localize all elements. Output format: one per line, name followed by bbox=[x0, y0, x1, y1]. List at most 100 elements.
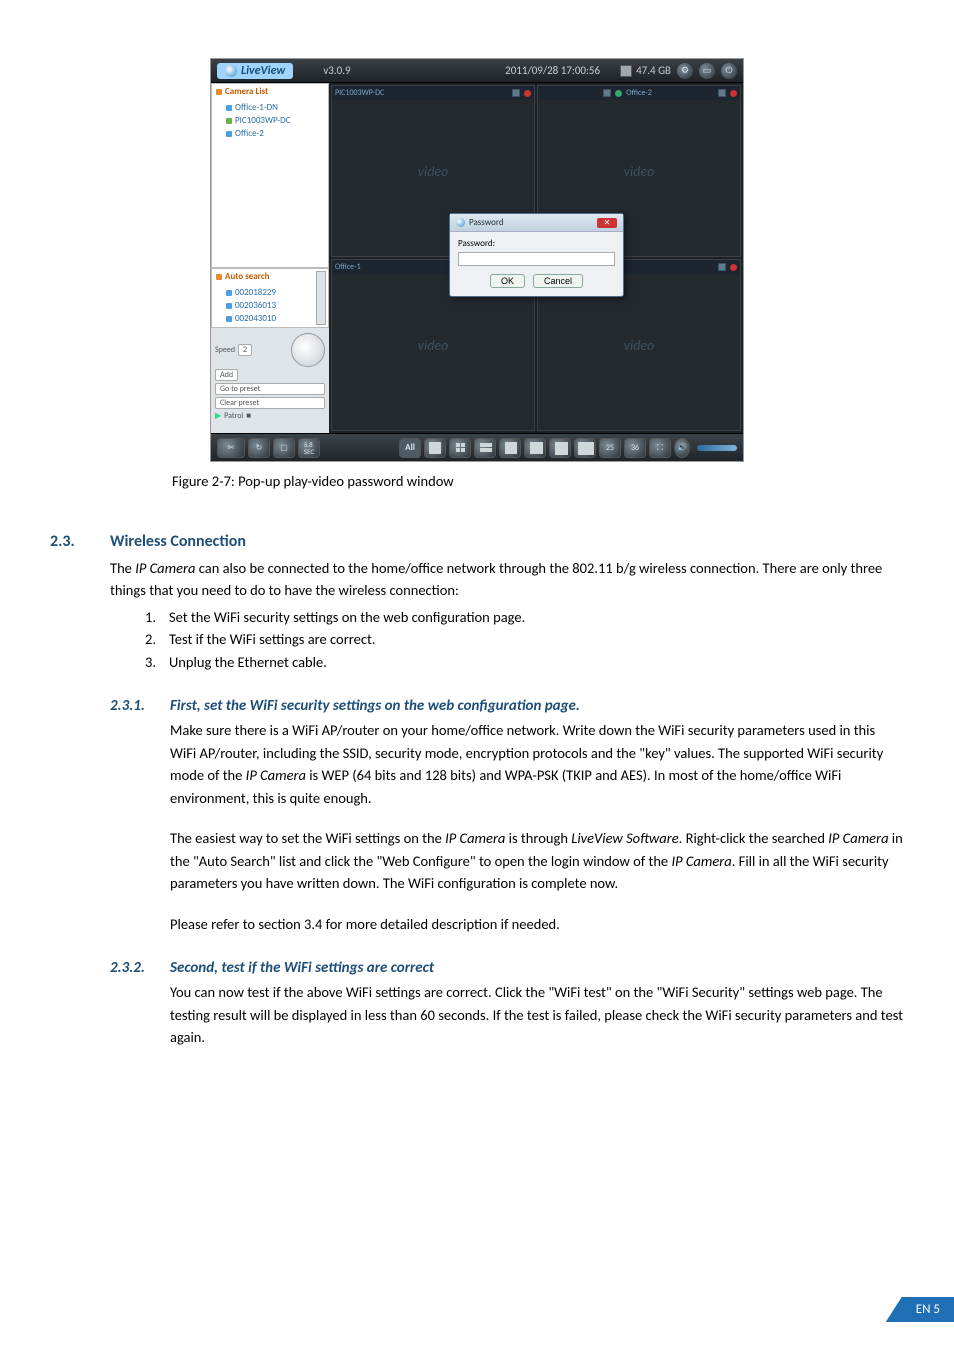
ok-button[interactable]: OK bbox=[490, 274, 525, 288]
section-number: 2.3. bbox=[50, 532, 110, 551]
page-number: EN 5 bbox=[886, 1297, 954, 1322]
term-ip-camera: IP Camera bbox=[445, 829, 505, 847]
camera-item: Office-1-DN bbox=[226, 101, 324, 114]
scrollbar[interactable] bbox=[316, 271, 326, 325]
subsection-number: 2.3.2. bbox=[110, 959, 170, 977]
settings-icon[interactable]: ⚙ bbox=[677, 63, 693, 79]
password-dialog: Password ✕ Password: OK Cancel bbox=[449, 213, 624, 297]
dialog-icon bbox=[456, 218, 465, 227]
monitor-icon[interactable]: ▢ bbox=[273, 438, 295, 458]
list-item: 2.Test if the WiFi settings are correct. bbox=[145, 628, 904, 650]
folder-icon bbox=[216, 89, 222, 95]
watermark: video bbox=[624, 163, 655, 180]
camera-tree[interactable]: Office-1-DN PIC1003WP-DC Office-2 bbox=[212, 99, 328, 142]
record-icon[interactable] bbox=[730, 264, 737, 271]
ptz-clear-button[interactable]: Clear preset bbox=[215, 397, 325, 409]
expand-icon[interactable] bbox=[718, 89, 726, 97]
stop-icon[interactable]: ■ bbox=[246, 411, 251, 421]
auto-search-item: 002018229 bbox=[226, 286, 324, 299]
record-icon[interactable] bbox=[615, 90, 622, 97]
figure-caption: Figure 2-7: Pop-up play-video password w… bbox=[172, 472, 904, 490]
play-icon[interactable]: ▶ bbox=[215, 411, 221, 421]
ptz-speed-value[interactable]: 2 bbox=[238, 344, 252, 356]
steps-list: 1.Set the WiFi security settings on the … bbox=[145, 606, 904, 673]
app-titlebar: LiveView v3.0.9 2011/09/28 17:00:56 47.4… bbox=[211, 59, 743, 83]
power-icon[interactable]: ⏻ bbox=[721, 63, 737, 79]
term-ip-camera: IP Camera bbox=[671, 852, 731, 870]
app-datetime: 2011/09/28 17:00:56 bbox=[505, 64, 600, 77]
sidebar: Camera List Office-1-DN PIC1003WP-DC Off… bbox=[211, 83, 329, 433]
expand-icon[interactable] bbox=[603, 89, 611, 97]
section-heading: 2.3. Wireless Connection bbox=[50, 532, 904, 551]
subsection-number: 2.3.1. bbox=[110, 697, 170, 715]
layout-25-button[interactable]: 25 bbox=[599, 438, 621, 458]
layout-36-button[interactable]: 36 bbox=[624, 438, 646, 458]
list-item: 1.Set the WiFi security settings on the … bbox=[145, 606, 904, 628]
section-title: Wireless Connection bbox=[110, 532, 246, 551]
list-item: 3.Unplug the Ethernet cable. bbox=[145, 651, 904, 673]
subsection-body: Make sure there is a WiFi AP/router on y… bbox=[170, 719, 904, 935]
camera-icon bbox=[226, 303, 232, 309]
ptz-add-button[interactable]: Add bbox=[215, 369, 238, 381]
layout-20-icon[interactable] bbox=[574, 438, 596, 458]
camera-icon bbox=[226, 118, 232, 124]
speaker-icon[interactable]: 🔊 bbox=[674, 438, 690, 458]
app-logo: LiveView bbox=[217, 63, 293, 79]
record-icon[interactable] bbox=[730, 90, 737, 97]
page-footer: EN 5 bbox=[886, 1297, 954, 1322]
auto-search-tree[interactable]: 002018229 002036013 002043010 bbox=[212, 284, 328, 327]
expand-icon[interactable] bbox=[512, 89, 520, 97]
record-icon[interactable] bbox=[524, 90, 531, 97]
ptz-panel: Speed 2 Add Go to preset Clear preset ▶ … bbox=[211, 328, 329, 433]
subsection-body: You can now test if the above WiFi setti… bbox=[170, 981, 904, 1048]
layout-9-icon[interactable] bbox=[499, 438, 521, 458]
term-ip-camera: IP Camera bbox=[246, 766, 306, 784]
watermark: video bbox=[418, 163, 449, 180]
settings-icon[interactable]: 5.8SEC bbox=[298, 438, 320, 458]
cell-title: Office-1 bbox=[335, 262, 361, 272]
subsection-title: First, set the WiFi security settings on… bbox=[170, 697, 580, 715]
ptz-patrol-label: Patrol bbox=[224, 411, 243, 421]
folder-icon bbox=[216, 274, 222, 280]
refresh-icon[interactable]: ↻ bbox=[248, 438, 270, 458]
fullscreen-icon[interactable]: ⛶ bbox=[649, 438, 671, 458]
layout-4-icon[interactable] bbox=[449, 438, 471, 458]
camera-item: Office-2 bbox=[226, 127, 324, 140]
ptz-goto-button[interactable]: Go to preset bbox=[215, 383, 325, 395]
layout-all-button[interactable]: All bbox=[399, 438, 421, 458]
section-body: The IP Camera can also be connected to t… bbox=[110, 557, 904, 602]
layout-16-icon[interactable] bbox=[549, 438, 571, 458]
camera-list-title: Camera List bbox=[212, 84, 328, 99]
expand-icon[interactable] bbox=[718, 263, 726, 271]
term-liveview: LiveView Software bbox=[571, 829, 678, 847]
password-input[interactable] bbox=[458, 252, 615, 266]
cancel-button[interactable]: Cancel bbox=[533, 274, 583, 288]
camera-list-panel: Camera List Office-1-DN PIC1003WP-DC Off… bbox=[211, 83, 329, 268]
subsection-title: Second, test if the WiFi settings are co… bbox=[170, 959, 434, 977]
auto-search-title: Auto search bbox=[212, 269, 328, 284]
ptz-joystick[interactable] bbox=[291, 333, 325, 367]
snapshot-icon[interactable]: ✄ bbox=[217, 438, 245, 458]
layout-6-icon[interactable] bbox=[474, 438, 496, 458]
layout-12-icon[interactable] bbox=[524, 438, 546, 458]
close-icon[interactable]: ✕ bbox=[597, 218, 617, 228]
auto-search-item: 002043010 bbox=[226, 312, 324, 325]
camera-icon bbox=[226, 131, 232, 137]
camera-item: PIC1003WP-DC bbox=[226, 114, 324, 127]
password-label: Password: bbox=[458, 238, 615, 249]
app-name: LiveView bbox=[241, 64, 285, 78]
watermark: video bbox=[624, 337, 655, 354]
watermark: video bbox=[418, 337, 449, 354]
auto-search-panel: Auto search 002018229 002036013 00204301… bbox=[211, 268, 329, 328]
camera-icon bbox=[226, 290, 232, 296]
camera-icon bbox=[226, 316, 232, 322]
bottom-toolbar: ✄ ↻ ▢ 5.8SEC All 25 36 ⛶ 🔊 bbox=[211, 433, 743, 461]
cell-title: PIC1003WP-DC bbox=[335, 88, 384, 98]
auto-search-item: 002036013 bbox=[226, 299, 324, 312]
volume-slider[interactable] bbox=[697, 445, 737, 451]
disk-space: 47.4 GB bbox=[636, 64, 671, 77]
minimize-icon[interactable]: ▭ bbox=[699, 63, 715, 79]
layout-1-icon[interactable] bbox=[424, 438, 446, 458]
subsection-heading: 2.3.1. First, set the WiFi security sett… bbox=[50, 697, 904, 715]
term-ip-camera: IP Camera bbox=[828, 829, 888, 847]
